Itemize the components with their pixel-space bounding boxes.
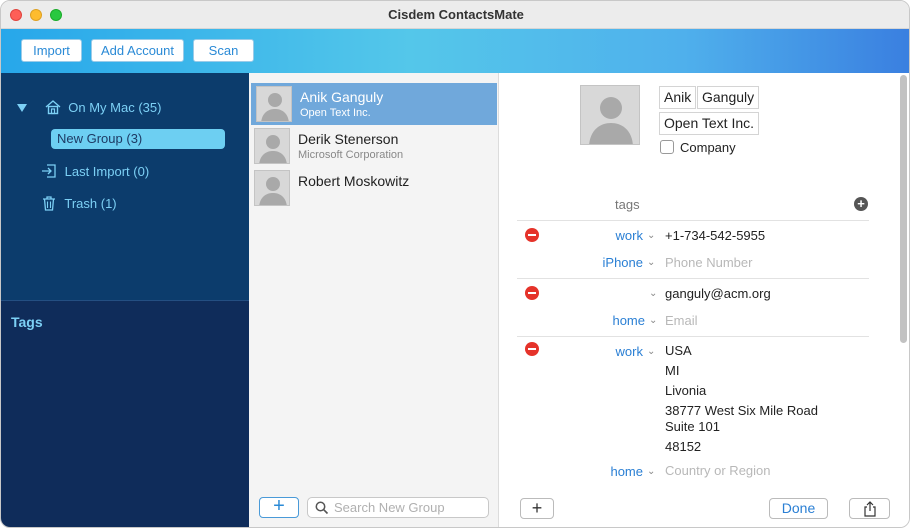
done-button[interactable]: Done <box>769 498 828 519</box>
import-icon <box>41 163 57 179</box>
remove-phone-minus-icon[interactable] <box>525 228 539 242</box>
app-window: Cisdem ContactsMate Import Add Account S… <box>0 0 910 528</box>
separator <box>517 278 869 279</box>
phone-label[interactable]: work <box>583 228 643 243</box>
home-icon <box>45 99 61 115</box>
toolbar: Import Add Account Scan <box>1 29 909 73</box>
separator <box>517 336 869 337</box>
share-button[interactable] <box>849 498 890 519</box>
sidebar-item-label: Trash (1) <box>64 196 117 211</box>
chevron-down-icon[interactable]: ⌄ <box>649 315 657 326</box>
sidebar-groups: On My Mac (35) New Group (3) Last Import… <box>1 73 249 301</box>
sidebar-item-label: Last Import (0) <box>64 164 150 179</box>
contact-name: Robert Moskowitz <box>298 173 410 189</box>
address-zip[interactable]: 48152 <box>665 439 701 454</box>
new-email-label[interactable]: home <box>585 313 645 328</box>
contact-row[interactable]: Derik Stenerson Microsoft Corporation <box>249 125 499 167</box>
company-field[interactable]: Open Text Inc. <box>659 112 760 135</box>
sidebar-item-last-import[interactable]: Last Import (0) <box>41 163 149 181</box>
address-country[interactable]: USA <box>665 343 692 358</box>
phone-value[interactable]: +1-734-542-5955 <box>665 228 765 243</box>
new-phone-label[interactable]: iPhone <box>583 255 643 270</box>
window-title: Cisdem ContactsMate <box>388 7 524 22</box>
address-street[interactable]: 38777 West Six Mile Road <box>665 403 818 418</box>
last-name-field[interactable]: Ganguly <box>697 86 760 109</box>
add-tag-plus-icon[interactable]: + <box>854 197 868 211</box>
scan-button[interactable]: Scan <box>193 39 254 62</box>
contact-avatar <box>254 128 290 164</box>
first-name-field[interactable]: Anik <box>659 86 697 109</box>
contact-company: Microsoft Corporation <box>298 149 404 161</box>
email-value[interactable]: ganguly@acm.org <box>665 286 771 301</box>
contact-row[interactable]: Robert Moskowitz <box>249 167 499 209</box>
sidebar-item-new-group[interactable]: New Group (3) <box>51 129 225 149</box>
chevron-down-icon[interactable]: ⌄ <box>647 257 655 268</box>
contact-name: Anik Ganguly <box>300 89 384 105</box>
contact-avatar <box>254 170 290 206</box>
contact-company: Open Text Inc. <box>300 107 371 119</box>
share-icon <box>863 501 877 520</box>
contact-avatar <box>256 86 292 122</box>
company-checkbox-label: Company <box>680 140 736 155</box>
sidebar-item-label: On My Mac (35) <box>68 100 162 115</box>
contact-photo[interactable] <box>580 85 640 145</box>
search-input[interactable] <box>334 499 484 516</box>
sidebar: On My Mac (35) New Group (3) Last Import… <box>1 73 249 527</box>
tags-section-title: Tags <box>11 314 43 330</box>
contact-detail: Anik Ganguly Open Text Inc. Company tags… <box>499 73 909 527</box>
chevron-down-icon[interactable]: ⌄ <box>649 288 657 299</box>
title-bar: Cisdem ContactsMate <box>1 1 909 29</box>
country-region-input[interactable]: Country or Region <box>665 463 771 478</box>
company-checkbox[interactable] <box>660 140 674 154</box>
add-contact-button[interactable]: + <box>259 496 299 518</box>
import-button[interactable]: Import <box>21 39 82 62</box>
add-account-button[interactable]: Add Account <box>91 39 184 62</box>
separator <box>517 220 869 221</box>
phone-number-input[interactable]: Phone Number <box>665 255 752 270</box>
address-label[interactable]: work <box>583 344 643 359</box>
remove-address-minus-icon[interactable] <box>525 342 539 356</box>
email-input[interactable]: Email <box>665 313 698 328</box>
contact-list: Anik Ganguly Open Text Inc. Derik Stener… <box>249 73 499 527</box>
address-state[interactable]: MI <box>665 363 679 378</box>
trash-icon <box>41 195 57 211</box>
contact-name: Derik Stenerson <box>298 131 399 147</box>
address-street2[interactable]: Suite 101 <box>665 419 720 434</box>
tags-label: tags <box>615 197 640 212</box>
detail-scrollbar[interactable] <box>900 75 907 343</box>
new-address-label[interactable]: home <box>583 464 643 479</box>
add-field-button[interactable]: + <box>520 498 554 519</box>
sidebar-item-trash[interactable]: Trash (1) <box>41 195 117 213</box>
chevron-down-icon[interactable]: ⌄ <box>647 230 655 241</box>
chevron-down-icon[interactable]: ⌄ <box>647 346 655 357</box>
search-icon <box>315 501 329 518</box>
address-city[interactable]: Livonia <box>665 383 706 398</box>
sidebar-item-on-my-mac[interactable]: On My Mac (35) <box>17 99 161 117</box>
chevron-down-icon[interactable]: ⌄ <box>647 466 655 477</box>
search-field <box>307 497 489 518</box>
contact-row[interactable]: Anik Ganguly Open Text Inc. <box>251 83 497 125</box>
disclosure-triangle-icon[interactable] <box>17 104 27 112</box>
remove-email-minus-icon[interactable] <box>525 286 539 300</box>
